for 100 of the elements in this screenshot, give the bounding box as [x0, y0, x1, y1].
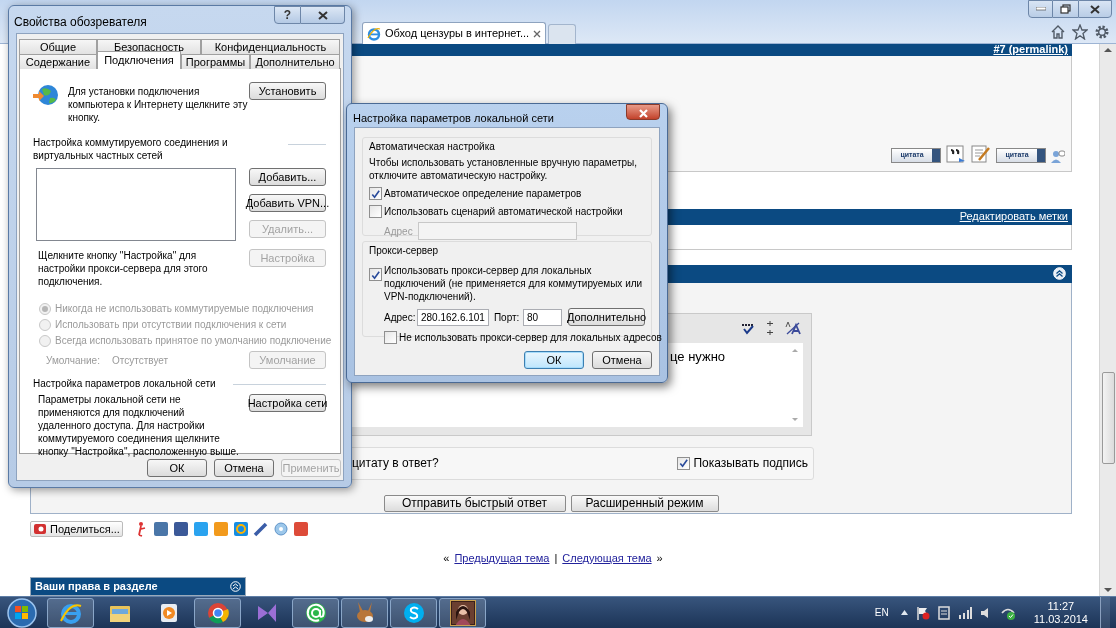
checkbox[interactable] — [369, 205, 382, 218]
tab[interactable]: Подключения — [97, 51, 181, 69]
checkbox-label: Не использовать прокси-сервер для локальных адресов — [399, 331, 662, 344]
home-icon[interactable] — [1050, 24, 1066, 40]
taskbar-button[interactable] — [341, 597, 388, 628]
minimize-icon — [1035, 7, 1046, 11]
quick-reply-button[interactable]: Отправить быстрый ответ — [383, 494, 566, 512]
checkbox-label: Автоматическое определение параметров — [384, 187, 582, 200]
taskbar-button[interactable] — [439, 597, 486, 628]
close-icon[interactable] — [533, 29, 542, 38]
restore-icon — [1060, 4, 1071, 14]
scrollbar[interactable] — [1099, 44, 1116, 596]
restore-button[interactable] — [1053, 0, 1078, 18]
checkbox[interactable] — [369, 187, 382, 200]
field-label: Адрес — [384, 224, 414, 238]
address-field[interactable]: 280.162.6.101 — [416, 308, 489, 326]
field-value: Отсутствует — [112, 353, 169, 367]
cancel-button[interactable]: Отмена — [592, 351, 652, 369]
close-button[interactable] — [1078, 0, 1112, 18]
lan-settings-button[interactable]: Настройка сети — [249, 394, 326, 412]
clock-date[interactable]: 11.03.2014 — [1033, 612, 1088, 626]
group-heading: Прокси-сервер — [369, 244, 440, 257]
share-icon — [34, 524, 46, 535]
field-label: Адрес: — [384, 310, 417, 324]
window-title: Настройка параметров локальной сети — [353, 111, 554, 126]
checkbox[interactable] — [369, 268, 382, 281]
social-icon[interactable] — [233, 521, 249, 538]
permalink[interactable]: #7 (permalink) — [993, 44, 1068, 56]
language-indicator[interactable]: EN — [874, 605, 889, 620]
tab[interactable]: Программы — [181, 54, 250, 69]
gear-icon[interactable] — [273, 521, 289, 538]
settings-icon[interactable] — [1094, 24, 1110, 40]
resize-icon[interactable] — [767, 321, 773, 336]
cancel-button[interactable]: Отмена — [214, 459, 274, 477]
section-heading: Настройка коммутируемого соединения и виртуальных частных сетей — [33, 136, 229, 162]
pencil-icon[interactable] — [253, 521, 269, 538]
advanced-mode-button[interactable]: Расширенный режим — [570, 494, 719, 512]
close-icon — [637, 106, 649, 118]
close-icon — [1089, 3, 1101, 15]
radio-label: Всегда использовать принятое по умолчанию подключение — [55, 334, 332, 347]
signal-icon[interactable] — [957, 606, 972, 619]
social-icon[interactable] — [173, 521, 189, 538]
device-icon[interactable] — [937, 605, 950, 620]
checkbox-label: Использовать сценарий автоматической настройки — [384, 205, 623, 218]
panel-title: Ваши права в разделе — [35, 579, 158, 595]
section-heading: Настройка параметров локальной сети — [33, 377, 216, 390]
taskbar-button[interactable] — [194, 597, 241, 628]
next-topic-link[interactable]: Следующая тема — [562, 553, 652, 565]
edit-icon[interactable] — [971, 144, 991, 163]
port-field[interactable]: 80 — [523, 308, 562, 326]
ok-button[interactable]: ОК — [147, 459, 207, 477]
collapse-icon[interactable] — [230, 581, 241, 592]
start-button[interactable] — [5, 596, 39, 628]
tab[interactable]: Общие — [19, 39, 97, 54]
lan-hint-text: Параметры локальной сети не применяются для подключений удаленного доступа. Для настройки коммутируемого соединения щелкните кнопку "Настройка", расположенную выше. — [38, 393, 240, 458]
browser-tab[interactable]: Обход цензуры в интернет... — [362, 22, 546, 44]
quote-option-label: цитату в ответ? — [352, 455, 439, 473]
ie-icon — [367, 26, 381, 41]
chevron-up-icon[interactable] — [900, 610, 908, 615]
checkbox[interactable] — [384, 331, 397, 344]
description-text: Чтобы использовать установленные вручную параметры, отключите автоматическую настройку. — [369, 156, 639, 182]
close-icon — [316, 9, 329, 21]
group-heading: Автоматическая настройка — [369, 140, 496, 153]
social-icon[interactable] — [153, 521, 169, 538]
quote-mark: « — [443, 553, 450, 565]
people-icon — [1051, 148, 1065, 163]
quote-mark: » — [656, 553, 663, 565]
collapse-icon[interactable] — [1053, 267, 1066, 281]
checkbox[interactable] — [677, 456, 691, 470]
checkbox-label: Показывать подпись — [693, 455, 808, 473]
show-desktop-button[interactable] — [1100, 596, 1110, 628]
separator-text: | — [554, 553, 558, 565]
flag-icon[interactable] — [915, 605, 930, 620]
edit-tags-link[interactable]: Редактировать метки — [959, 211, 1068, 223]
social-icon[interactable] — [293, 521, 309, 538]
close-button[interactable] — [626, 104, 660, 120]
connections-list[interactable] — [36, 168, 236, 241]
advanced-button[interactable]: Дополнительно — [568, 308, 645, 326]
field-label: Порт: — [493, 310, 521, 324]
tab[interactable]: Дополнительно — [250, 54, 340, 69]
taskbar-button[interactable] — [47, 597, 94, 628]
ok-button[interactable]: ОК — [524, 351, 584, 369]
tab[interactable]: Конфиденциальность — [201, 39, 340, 54]
proxy-hint-text: Щелкните кнопку "Настройка" для настройки прокси-сервера для этого подключения. — [38, 249, 209, 288]
close-button[interactable] — [301, 6, 345, 24]
help-button[interactable]: ? — [274, 6, 301, 24]
radio-label: Использовать при отсутствии подключения к сети — [55, 318, 287, 331]
quote-icon[interactable] — [946, 144, 966, 163]
radio-label: Никогда не использовать коммутируемые подключения — [55, 302, 314, 315]
font-size-icon[interactable] — [785, 321, 801, 336]
taskbar-button[interactable] — [390, 597, 437, 628]
star-icon[interactable] — [1072, 24, 1088, 40]
taskbar-button[interactable] — [292, 597, 339, 628]
add-button[interactable]: Добавить... — [249, 168, 326, 186]
tab[interactable]: Содержание — [19, 54, 97, 69]
previous-topic-link[interactable]: Предыдущая тема — [454, 553, 550, 565]
setup-button[interactable]: Установить — [249, 82, 326, 100]
share-button[interactable]: Поделиться... — [30, 521, 123, 538]
clock-time[interactable]: 11:27 — [1047, 599, 1075, 613]
spellcheck-icon[interactable] — [741, 321, 755, 336]
